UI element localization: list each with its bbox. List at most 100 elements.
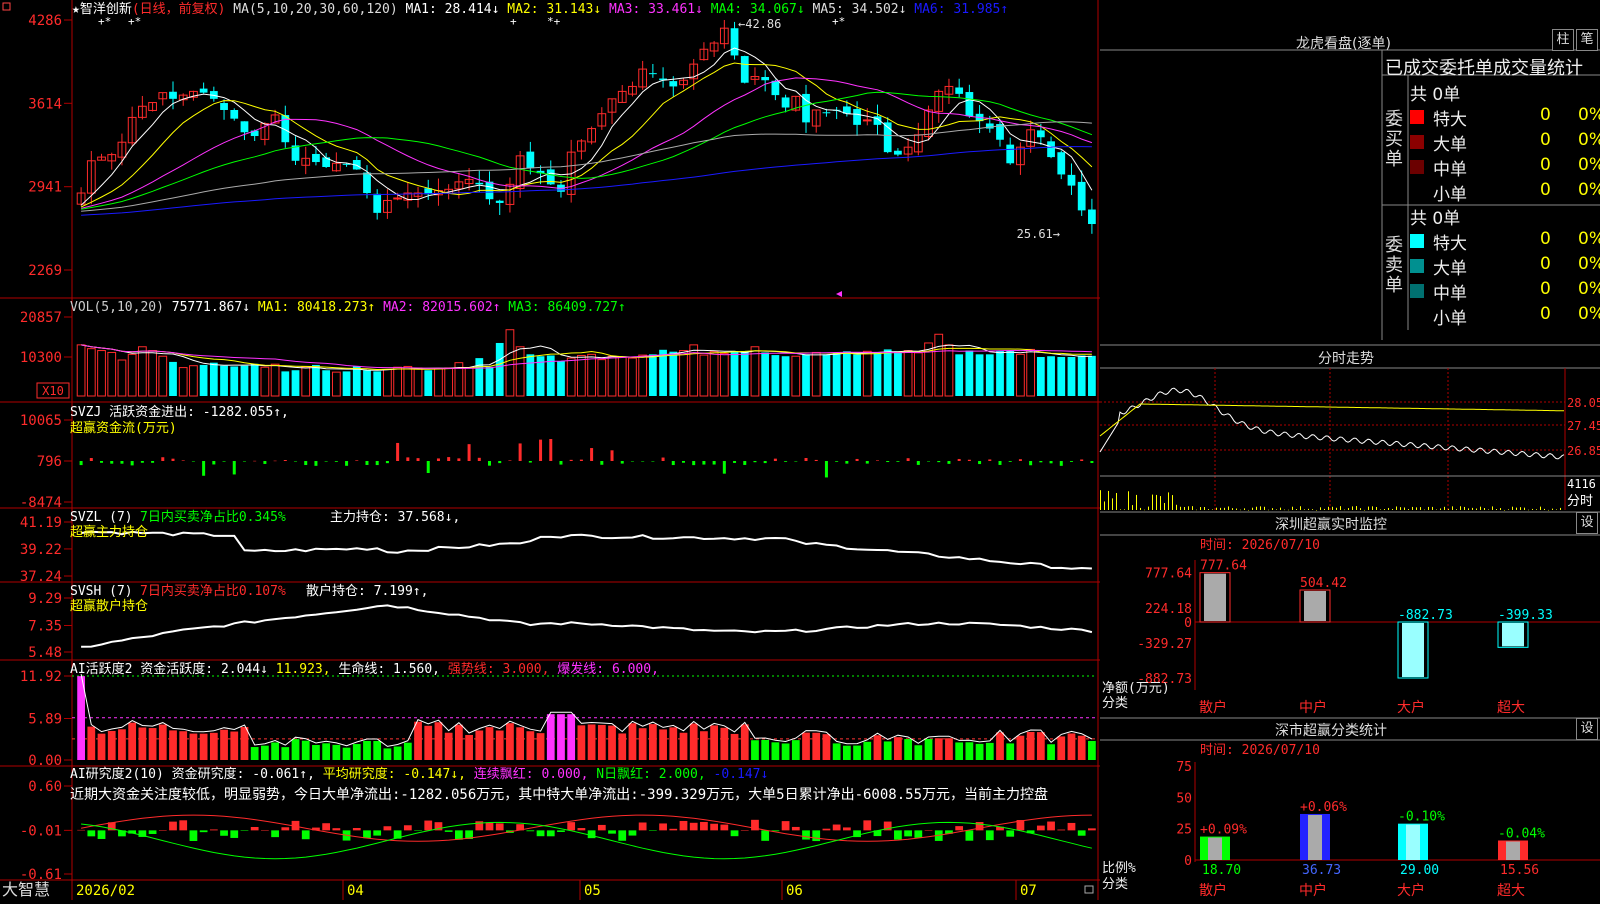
activity-bar: [87, 726, 96, 760]
fenshi-vol-bar: [1192, 506, 1193, 510]
main-legend-part: MA5: 34.502↓: [805, 2, 907, 17]
candle-body-down: [363, 172, 371, 194]
candle-body-down: [730, 28, 739, 56]
activity-bar: [1077, 735, 1086, 760]
fenshi-vol-bar: [1156, 494, 1157, 510]
research-bar: [608, 830, 616, 834]
fenshi-vol-bar: [1100, 490, 1101, 510]
vol-bar-up: [189, 365, 198, 397]
fenshi-vol-bar: [1204, 507, 1205, 510]
vol-bar-down: [771, 355, 780, 396]
fund-flow-bar: [304, 460, 308, 466]
fund-flow-bar: [835, 460, 839, 462]
szc-ylabel: 比例%: [1102, 861, 1136, 876]
lhb-title: 龙虎看盘(逐单): [1296, 36, 1391, 52]
vol-bar-up: [383, 368, 392, 397]
szc-bar-fill: [1506, 841, 1520, 860]
research-bar: [730, 830, 739, 837]
szc-change-label: -0.04%: [1498, 826, 1545, 841]
lhb-row-value: 0: [1540, 304, 1551, 324]
candle-body-up: [393, 197, 402, 200]
fenshi-vol-bar: [1144, 509, 1145, 511]
sz-monitor-title: 深圳超赢实时监控: [1275, 517, 1387, 533]
main-holding-line: [80, 530, 1092, 570]
research-bar: [199, 830, 208, 833]
fund-flow-bar: [1090, 460, 1094, 464]
fund-flow-bar: [702, 460, 706, 465]
fenshi-vol-bar: [1188, 506, 1189, 510]
ai1-legend-part: 强势线: 3.000,: [440, 661, 549, 677]
activity-bar: [179, 731, 188, 760]
research-bar: [659, 823, 667, 831]
tick-mode-button[interactable]: 笔: [1576, 29, 1598, 51]
fund-flow-bar: [1069, 460, 1073, 462]
research-bar: [97, 830, 106, 839]
main-y-tick: 2269: [28, 263, 62, 279]
vol-unit-label: X10: [42, 384, 64, 398]
signal-marker: +: [510, 15, 517, 28]
fund-flow-bar: [396, 442, 400, 461]
activity-bar: [945, 738, 953, 760]
research-bar: [1067, 822, 1076, 831]
activity-bar: [608, 725, 616, 760]
bar-mode-button[interactable]: 柱: [1552, 29, 1574, 51]
fund-flow-bar: [457, 458, 461, 461]
fund-flow-bar: [753, 460, 757, 463]
activity-bar: [434, 722, 443, 760]
activity-bar: [526, 731, 535, 760]
research-bar: [955, 826, 964, 831]
lhb-row-pct: 0%: [1578, 105, 1600, 125]
szc-category: 超大: [1497, 883, 1525, 899]
fund-flow-bar: [181, 460, 185, 461]
main-y-tick: 3614: [28, 96, 62, 112]
activity-bar: [138, 727, 147, 760]
fund-flow-bar: [294, 460, 298, 462]
vol-y-tick: 10300: [20, 350, 62, 366]
sz-class-settings-button[interactable]: 设: [1576, 718, 1598, 740]
fenshi-vol-bar: [1252, 507, 1253, 510]
fenshi-vol-bar: [1488, 509, 1489, 510]
fund-flow-bar: [916, 460, 920, 465]
fenshi-vol-bar: [1124, 509, 1125, 510]
zj-subtitle: 超赢资金流(万元): [70, 420, 177, 436]
vol-bar-up: [464, 367, 474, 397]
fenshi-vol-bar: [1508, 509, 1509, 510]
ai1-y-tick: 5.89: [28, 711, 62, 727]
candle-body-up: [862, 119, 872, 122]
szc-category: 大户: [1397, 882, 1425, 899]
vol-bar-up: [587, 353, 596, 397]
activity-bar: [383, 748, 392, 760]
fund-flow-bar: [651, 460, 655, 462]
activity-bar: [301, 740, 310, 760]
fund-flow-bar: [610, 450, 614, 461]
fund-flow-bar: [222, 460, 226, 462]
fund-flow-bar: [630, 460, 634, 462]
fund-flow-bar: [498, 460, 502, 464]
fenshi-vol-bar: [1140, 507, 1141, 510]
fund-flow-bar: [355, 460, 359, 461]
vol-bar-down: [424, 370, 433, 396]
sz-monitor-settings-button[interactable]: 设: [1576, 512, 1598, 534]
ai1-y-tick: 0.00: [28, 753, 62, 769]
zl-subtitle: 超赢主力持仓: [70, 524, 148, 540]
vol-bar-up: [699, 354, 709, 397]
activity-bar: [1036, 732, 1045, 760]
activity-bar: [495, 730, 504, 760]
main-legend-part: MA6: 31.985↑: [906, 2, 1008, 17]
vol-bar-up: [331, 371, 341, 397]
candle-body-down: [526, 151, 535, 169]
fund-flow-bar: [998, 460, 1002, 465]
ai2-legend-part: N日飘红: 2.000,: [588, 766, 705, 782]
research-bar: [332, 828, 341, 831]
fund-flow-bar: [385, 460, 389, 464]
activity-bar: [250, 747, 259, 760]
fenshi-vol-bar: [1440, 508, 1441, 510]
lock-icon: [1084, 885, 1094, 894]
activity-bar: [414, 721, 422, 760]
zl-stat: 7日内买卖净占比0.345%: [140, 509, 286, 525]
lhb-row-value: 0: [1540, 105, 1551, 125]
szc-category: 散户: [1199, 882, 1227, 899]
ai1-legend-part: 爆发线: 6.000,: [549, 661, 658, 677]
fenshi-vol-bar: [1208, 509, 1209, 510]
lhb-row-pct: 0%: [1578, 130, 1600, 150]
